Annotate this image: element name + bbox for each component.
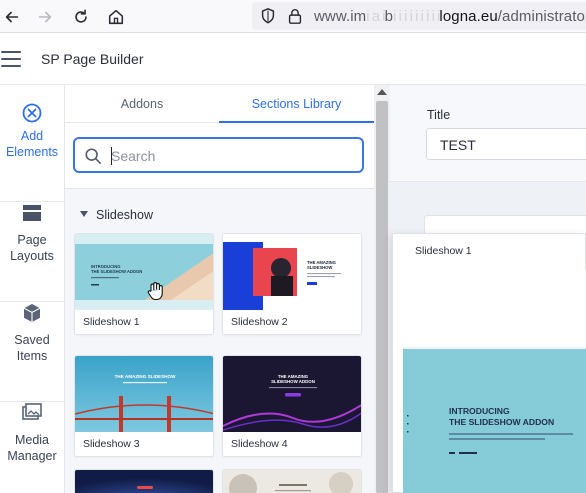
reload-icon xyxy=(75,9,87,23)
svg-text:THE SLIDESHOW ADDON: THE SLIDESHOW ADDON xyxy=(91,269,142,274)
card-label: Slideshow 1 xyxy=(83,316,140,328)
rail-label-line1: Page xyxy=(17,233,47,247)
url-host-part: b xyxy=(384,8,394,25)
app-header: SP Page Builder xyxy=(0,33,586,85)
arrow-right-icon xyxy=(38,11,52,23)
url-obscured: i i i i i i i i i xyxy=(393,8,440,25)
addons-panel: Addons Sections Library Slideshow INTROD… xyxy=(65,85,374,493)
tab-addons[interactable]: Addons xyxy=(65,85,219,123)
svg-text:SLIDESHOW ADDON: SLIDESHOW ADDON xyxy=(271,379,315,384)
tab-sections-library[interactable]: Sections Library xyxy=(219,85,374,123)
rail-item-saved-items[interactable]: Saved Items xyxy=(0,302,64,402)
search-input[interactable] xyxy=(111,145,351,167)
cube-icon xyxy=(23,304,41,322)
card-thumbnail: THE AMAZING SLIDESHOW xyxy=(75,356,213,432)
url-text: www.imi a ibi i i i i i i i ilogna.eu/ad… xyxy=(314,8,586,25)
url-path: /administrator/i xyxy=(497,8,586,25)
rail-item-page-layouts[interactable]: Page Layouts xyxy=(0,202,64,302)
caret-down-icon xyxy=(80,211,88,217)
rail-label-line2: Manager xyxy=(7,449,57,463)
card-thumbnail: THE AMAZING SLIDESHOW ADDON xyxy=(223,356,361,432)
section-card-slideshow-2[interactable]: THE AMAZING SLIDESHOW Slideshow 2 xyxy=(222,233,362,335)
rail-label-line1: Saved xyxy=(14,333,50,347)
card-label: Slideshow 2 xyxy=(231,316,288,328)
rail-item-media-manager[interactable]: Media Manager xyxy=(0,402,64,493)
slideshow-4-thumb: THE AMAZING SLIDESHOW ADDON xyxy=(223,356,361,432)
url-bar[interactable]: www.imi a ibi i i i i i i i ilogna.eu/ad… xyxy=(252,2,586,30)
home-button[interactable] xyxy=(105,6,127,28)
preview-heading: INTRODUCING THE SLIDESHOW ADDON xyxy=(449,406,554,428)
sidebar-rail: Add Elements Page Layouts Saved Items Me… xyxy=(0,85,65,493)
hand-cursor-icon xyxy=(147,282,163,301)
rail-label-line2: Items xyxy=(16,349,48,363)
home-icon xyxy=(108,9,124,25)
search-box[interactable] xyxy=(73,137,364,173)
screen: { "browser": { "url_prefix": "www.im", "… xyxy=(0,0,586,493)
panel-tabs: Addons Sections Library xyxy=(65,85,374,123)
slideshow-5-thumb xyxy=(75,470,213,493)
section-card-slideshow-3[interactable]: THE AMAZING SLIDESHOW Slideshow 3 xyxy=(74,355,214,457)
slideshow-3-thumb: THE AMAZING SLIDESHOW xyxy=(75,356,213,432)
slideshow-2-thumb: THE AMAZING SLIDESHOW xyxy=(223,234,361,310)
layout-icon xyxy=(23,205,41,221)
preview-text-line xyxy=(449,438,545,440)
menu-icon[interactable] xyxy=(1,51,21,67)
title-settings: Title TEST xyxy=(390,85,586,182)
shield-icon[interactable] xyxy=(259,7,277,25)
card-thumbnail: INTRODUCING THE SLIDESHOW ADDON xyxy=(75,234,213,310)
panel-scrollbar[interactable] xyxy=(374,85,390,493)
rail-label-line2: Elements xyxy=(5,145,59,159)
preview-title: Slideshow 1 xyxy=(415,245,472,257)
search-container xyxy=(65,123,374,189)
rail-item-add-elements[interactable]: Add Elements xyxy=(0,102,64,202)
svg-text:SLIDESHOW: SLIDESHOW xyxy=(307,265,332,270)
back-button[interactable] xyxy=(1,6,23,28)
rail-label-line2: Layouts xyxy=(10,249,54,263)
card-label: Slideshow 4 xyxy=(231,438,288,450)
card-label: Slideshow 3 xyxy=(83,438,140,450)
section-card-slideshow-1[interactable]: INTRODUCING THE SLIDESHOW ADDON Slidesho… xyxy=(74,233,214,335)
reload-button[interactable] xyxy=(70,6,92,28)
scroll-up-icon[interactable] xyxy=(377,89,387,95)
forward-button[interactable] xyxy=(34,6,56,28)
svg-text:THE AMAZING SLIDESHOW: THE AMAZING SLIDESHOW xyxy=(115,374,176,379)
section-title: Slideshow xyxy=(96,208,153,222)
search-icon xyxy=(85,148,102,165)
browser-toolbar: www.imi a ibi i i i i i i i ilogna.eu/ad… xyxy=(0,0,586,33)
lock-icon[interactable] xyxy=(286,7,304,25)
preview-link xyxy=(459,452,477,454)
preview-bullet xyxy=(449,452,455,454)
rail-label-line1: Media xyxy=(14,433,50,447)
url-host: logna.eu xyxy=(439,8,498,25)
media-icon xyxy=(22,403,42,420)
url-prefix: www.im xyxy=(314,8,367,25)
section-preview-popup: Slideshow 1 INTRODUCING THE SLIDESHOW AD… xyxy=(392,233,586,493)
preview-heading-line2: THE SLIDESHOW ADDON xyxy=(449,417,555,427)
section-card-slideshow-5[interactable] xyxy=(74,469,214,493)
preview-image: INTRODUCING THE SLIDESHOW ADDON xyxy=(403,269,586,493)
arrow-left-icon xyxy=(5,11,19,23)
section-slideshow-header[interactable]: Slideshow xyxy=(80,208,153,222)
url-obscured: i a i xyxy=(366,8,385,25)
slideshow-6-thumb xyxy=(223,470,361,493)
title-input[interactable]: TEST xyxy=(426,128,586,160)
preview-thumbnail xyxy=(403,269,586,493)
rail-label-line1: Add xyxy=(20,129,44,143)
title-label: Title xyxy=(427,108,451,122)
slideshow-1-thumb: INTRODUCING THE SLIDESHOW ADDON xyxy=(75,234,213,310)
section-card-slideshow-4[interactable]: THE AMAZING SLIDESHOW ADDON Slideshow 4 xyxy=(222,355,362,457)
card-thumbnail: THE AMAZING SLIDESHOW xyxy=(223,234,361,310)
scrollbar-thumb[interactable] xyxy=(376,101,388,493)
app-title: SP Page Builder xyxy=(41,51,144,67)
preview-text-line xyxy=(449,433,573,435)
plus-circle-icon xyxy=(22,103,42,123)
preview-heading-line1: INTRODUCING xyxy=(449,406,510,416)
section-card-slideshow-6[interactable] xyxy=(222,469,362,493)
